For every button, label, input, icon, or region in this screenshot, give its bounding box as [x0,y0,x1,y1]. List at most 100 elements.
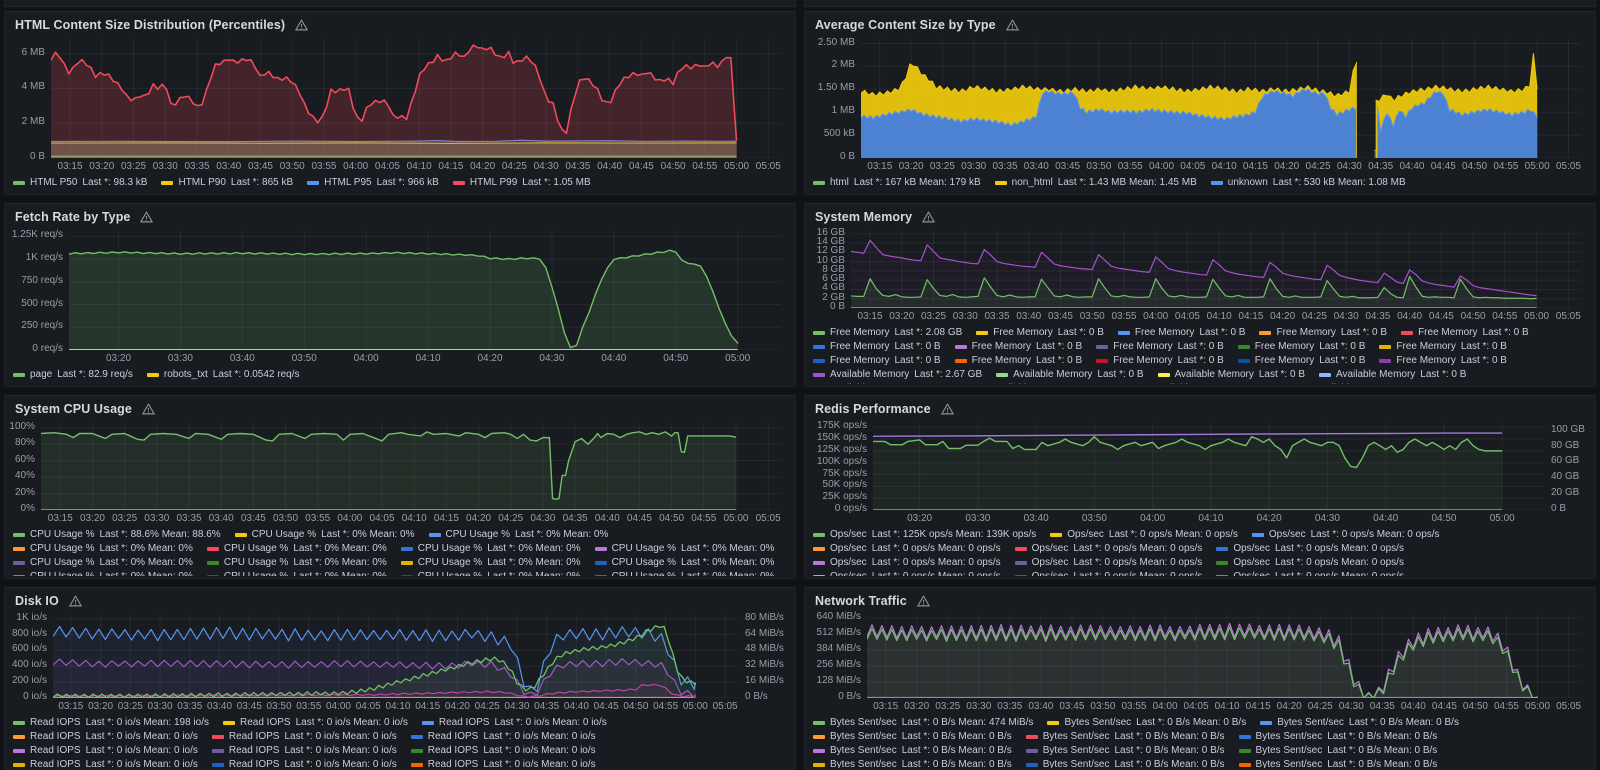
legend-item[interactable]: Free MemoryLast *: 0 B [813,354,941,368]
legend-item[interactable]: Free MemoryLast *: 0 B [955,354,1083,368]
legend-item[interactable]: Bytes Sent/secLast *: 0 B/s Mean: 0 B/s [1026,730,1225,744]
legend-item[interactable]: Free MemoryLast *: 2.08 GB [813,326,962,340]
legend-item[interactable]: Ops/secLast *: 0 ops/s Mean: 0 ops/s [1252,528,1440,542]
legend-item[interactable]: pageLast *: 82.9 req/s [13,368,133,382]
legend-item[interactable]: Ops/secLast *: 0 ops/s Mean: 0 ops/s [813,542,1001,556]
legend-item[interactable]: Ops/secLast *: 0 ops/s Mean: 0 ops/s [1216,556,1404,570]
legend-item[interactable]: CPU Usage %Last *: 0% Mean: 0% [595,542,775,556]
legend-item[interactable]: Read IOPSLast *: 0 io/s Mean: 0 io/s [13,758,198,768]
legend-item[interactable]: Free MemoryLast *: 0 B [1379,354,1507,368]
legend-item[interactable]: Bytes Sent/secLast *: 0 B/s Mean: 0 B/s [1239,730,1438,744]
legend-item[interactable]: CPU Usage %Last *: 0% Mean: 0% [401,542,581,556]
legend-item[interactable]: non_htmlLast *: 1.43 MB Mean: 1.45 MB [995,176,1197,190]
legend-item[interactable]: Available MemoryLast *: 2.67 GB [813,368,982,382]
panel-warning-icon[interactable] [140,211,153,223]
legend-item[interactable]: Free MemoryLast *: 0 B [813,340,941,354]
legend-item[interactable]: Available MemoryLast *: 0 B [1319,368,1466,382]
legend-item[interactable]: Bytes Sent/secLast *: 0 B/s Mean: 0 B/s [1026,758,1225,768]
panel-title[interactable]: Network Traffic [815,594,907,608]
legend-item[interactable]: HTML P90Last *: 865 kB [161,176,293,190]
legend-item[interactable]: HTML P50Last *: 98.3 kB [13,176,147,190]
legend-item[interactable]: Free MemoryLast *: 0 B [1259,326,1387,340]
legend-item[interactable]: Read IOPSLast *: 0 io/s Mean: 0 io/s [411,730,596,744]
panel-title[interactable]: Fetch Rate by Type [15,210,130,224]
legend-item[interactable]: HTML P95Last *: 966 kB [307,176,439,190]
panel-warning-icon[interactable] [142,403,155,415]
panel-title[interactable]: Average Content Size by Type [815,18,996,32]
legend-item[interactable]: Ops/secLast *: 125K ops/s Mean: 139K ops… [813,528,1036,542]
legend-item[interactable]: Available MemoryLast *: 0 B [974,382,1121,384]
panel-title[interactable]: System Memory [815,210,912,224]
legend-item[interactable]: CPU Usage %Last *: 0% Mean: 0% [401,570,581,576]
legend-item[interactable]: Free MemoryLast *: 0 B [955,340,1083,354]
legend-item[interactable]: unknownLast *: 530 kB Mean: 1.08 MB [1211,176,1406,190]
legend-item[interactable]: CPU Usage %Last *: 0% Mean: 0% [429,528,609,542]
plot-area[interactable] [51,38,781,158]
legend-item[interactable]: CPU Usage %Last *: 88.6% Mean: 88.6% [13,528,221,542]
legend-item[interactable]: Ops/secLast *: 0 ops/s Mean: 0 ops/s [1015,542,1203,556]
legend-item[interactable]: Ops/secLast *: 0 ops/s Mean: 0 ops/s [1216,542,1404,556]
legend-item[interactable]: Free MemoryLast *: 0 B [1401,326,1529,340]
legend-item[interactable]: Ops/secLast *: 0 ops/s Mean: 0 ops/s [813,570,1001,576]
panel-warning-icon[interactable] [69,595,82,607]
legend-item[interactable]: robots_txtLast *: 0.0542 req/s [147,368,300,382]
panel-warning-icon[interactable] [922,211,935,223]
legend-item[interactable]: Available MemoryLast *: 0 B [813,382,960,384]
legend-item[interactable]: Ops/secLast *: 0 ops/s Mean: 0 ops/s [813,556,1001,570]
legend-item[interactable]: Read IOPSLast *: 0 io/s Mean: 0 io/s [411,744,596,758]
legend-item[interactable]: Bytes Sent/secLast *: 0 B/s Mean: 0 B/s [1239,758,1438,768]
legend-item[interactable]: CPU Usage %Last *: 0% Mean: 0% [207,542,387,556]
legend-item[interactable]: Bytes Sent/secLast *: 0 B/s Mean: 0 B/s [1239,744,1438,758]
panel-title[interactable]: HTML Content Size Distribution (Percenti… [15,18,285,32]
legend-item[interactable]: Free MemoryLast *: 0 B [1238,354,1366,368]
legend-item[interactable]: HTML P99Last *: 1.05 MB [453,176,591,190]
legend-item[interactable]: Read IOPSLast *: 0 io/s Mean: 0 io/s [422,716,607,730]
legend-item[interactable]: Read IOPSLast *: 0 io/s Mean: 0 io/s [13,730,198,744]
legend-item[interactable]: Ops/secLast *: 0 ops/s Mean: 0 ops/s [1015,570,1203,576]
legend-item[interactable]: Bytes Sent/secLast *: 0 B/s Mean: 0 B/s [813,758,1012,768]
legend-item[interactable]: Bytes Sent/secLast *: 0 B/s Mean: 474 Mi… [813,716,1033,730]
legend-item[interactable]: Bytes Sent/secLast *: 0 B/s Mean: 0 B/s [813,730,1012,744]
legend-item[interactable]: Ops/secLast *: 0 ops/s Mean: 0 ops/s [1050,528,1238,542]
plot-area[interactable] [41,422,781,510]
plot-area[interactable] [873,422,1543,510]
panel-title[interactable]: Redis Performance [815,402,931,416]
legend-item[interactable]: Bytes Sent/secLast *: 0 B/s Mean: 0 B/s [1260,716,1459,730]
legend-item[interactable]: Read IOPSLast *: 0 io/s Mean: 0 io/s [212,758,397,768]
legend-item[interactable]: Ops/secLast *: 0 ops/s Mean: 0 ops/s [1216,570,1404,576]
legend-item[interactable]: Free MemoryLast *: 0 B [1096,354,1224,368]
legend-item[interactable]: Free MemoryLast *: 0 B [1118,326,1246,340]
plot-area[interactable] [53,614,737,698]
panel-warning-icon[interactable] [1006,19,1019,31]
legend-item[interactable]: Read IOPSLast *: 0 io/s Mean: 0 io/s [223,716,408,730]
legend-item[interactable]: Available MemoryLast *: 0 B [1297,382,1444,384]
legend-item[interactable]: CPU Usage %Last *: 0% Mean: 0% [207,556,387,570]
legend-item[interactable]: Read IOPSLast *: 0 io/s Mean: 198 io/s [13,716,209,730]
legend-item[interactable]: CPU Usage %Last *: 0% Mean: 0% [235,528,415,542]
legend-item[interactable]: CPU Usage %Last *: 0% Mean: 0% [595,570,775,576]
plot-area[interactable] [851,230,1581,308]
legend-item[interactable]: Bytes Sent/secLast *: 0 B/s Mean: 0 B/s [1026,744,1225,758]
legend-item[interactable]: Read IOPSLast *: 0 io/s Mean: 0 io/s [13,744,198,758]
legend-item[interactable]: CPU Usage %Last *: 0% Mean: 0% [207,570,387,576]
legend-item[interactable]: Available MemoryLast *: 0 B [1158,368,1305,382]
panel-warning-icon[interactable] [941,403,954,415]
plot-area[interactable] [867,614,1581,698]
legend-item[interactable]: Bytes Sent/secLast *: 0 B/s Mean: 0 B/s [813,744,1012,758]
panel-warning-icon[interactable] [917,595,930,607]
legend-item[interactable]: Free MemoryLast *: 0 B [1379,340,1507,354]
legend-item[interactable]: CPU Usage %Last *: 0% Mean: 0% [13,570,193,576]
legend-item[interactable]: Available MemoryLast *: 0 B [996,368,1143,382]
legend-item[interactable]: Available MemoryLast *: 0 B [1136,382,1283,384]
plot-area[interactable] [861,38,1581,158]
legend-item[interactable]: Free MemoryLast *: 0 B [1096,340,1224,354]
legend-item[interactable]: Read IOPSLast *: 0 io/s Mean: 0 io/s [411,758,596,768]
panel-warning-icon[interactable] [295,19,308,31]
panel-title[interactable]: System CPU Usage [15,402,132,416]
legend-item[interactable]: CPU Usage %Last *: 0% Mean: 0% [595,556,775,570]
legend-item[interactable]: CPU Usage %Last *: 0% Mean: 0% [401,556,581,570]
legend-item[interactable]: Free MemoryLast *: 0 B [1238,340,1366,354]
legend-item[interactable]: Ops/secLast *: 0 ops/s Mean: 0 ops/s [1015,556,1203,570]
legend-item[interactable]: CPU Usage %Last *: 0% Mean: 0% [13,556,193,570]
legend-item[interactable]: htmlLast *: 167 kB Mean: 179 kB [813,176,981,190]
